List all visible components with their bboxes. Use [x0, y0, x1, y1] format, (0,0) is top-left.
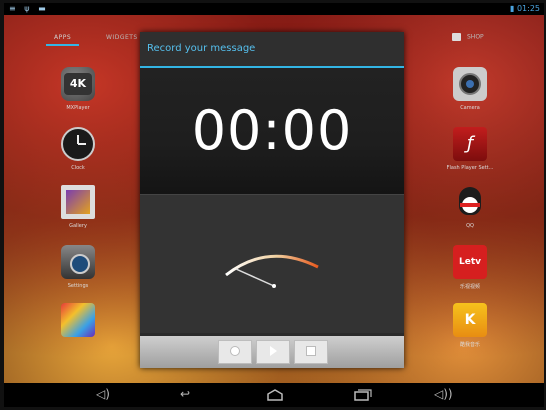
play-icon — [269, 346, 277, 356]
clock-icon — [61, 127, 95, 161]
volume-down-icon[interactable]: ◁) — [96, 387, 110, 401]
dialog-title: Record your message — [140, 32, 404, 68]
letv-icon: Letv — [453, 245, 487, 279]
status-bar: ≡ ψ ▬ ▮ 01:25 — [4, 3, 544, 15]
flash-icon: ƒ — [453, 127, 487, 161]
record-button[interactable] — [218, 340, 252, 364]
app-letv[interactable]: Letv 乐视视频 — [440, 245, 500, 290]
app-gallery[interactable]: Gallery — [48, 185, 108, 229]
timer-panel: 00:00 — [140, 68, 404, 194]
level-meter-panel — [140, 194, 404, 333]
camera-icon — [453, 67, 487, 101]
tab-widgets[interactable]: WIDGETS — [106, 34, 138, 41]
app-clock[interactable]: Clock — [48, 127, 108, 171]
settings-icon — [61, 245, 95, 279]
home-icon[interactable] — [266, 389, 284, 404]
controls-bar — [140, 336, 404, 368]
record-icon — [230, 346, 240, 356]
vu-meter-icon — [225, 254, 319, 288]
recent-apps-icon[interactable] — [354, 389, 372, 404]
app-mxplayer[interactable]: 4K MXPlayer — [48, 67, 108, 111]
stop-button[interactable] — [294, 340, 328, 364]
navigation-bar: ◁) ↩ ◁)) — [4, 383, 544, 407]
app-kingsoft[interactable] — [48, 303, 108, 341]
tab-apps[interactable]: APPS — [45, 34, 80, 46]
qq-icon — [453, 185, 487, 219]
shop-button[interactable]: SHOP — [452, 33, 484, 41]
status-icons: ≡ ψ ▬ — [9, 4, 49, 13]
app-settings[interactable]: Settings — [48, 245, 108, 289]
record-dialog: Record your message 00:00 — [140, 32, 404, 368]
kingsoft-icon — [61, 303, 95, 337]
volume-up-icon[interactable]: ◁)) — [434, 387, 453, 401]
timer-display: 00:00 — [191, 99, 353, 162]
mxplayer-icon: 4K — [61, 67, 95, 101]
gallery-icon — [61, 185, 95, 219]
app-qq[interactable]: QQ — [440, 185, 500, 229]
app-camera[interactable]: Camera — [440, 67, 500, 111]
back-icon[interactable]: ↩ — [180, 387, 190, 401]
kuwo-icon: K — [453, 303, 487, 337]
app-flash-player[interactable]: ƒ Flash Player Sett... — [440, 127, 500, 171]
shop-icon — [452, 33, 461, 41]
stop-icon — [306, 346, 316, 356]
app-kuwo[interactable]: K 酷我音乐 — [440, 303, 500, 348]
status-time: ▮ 01:25 — [509, 4, 540, 13]
play-button[interactable] — [256, 340, 290, 364]
